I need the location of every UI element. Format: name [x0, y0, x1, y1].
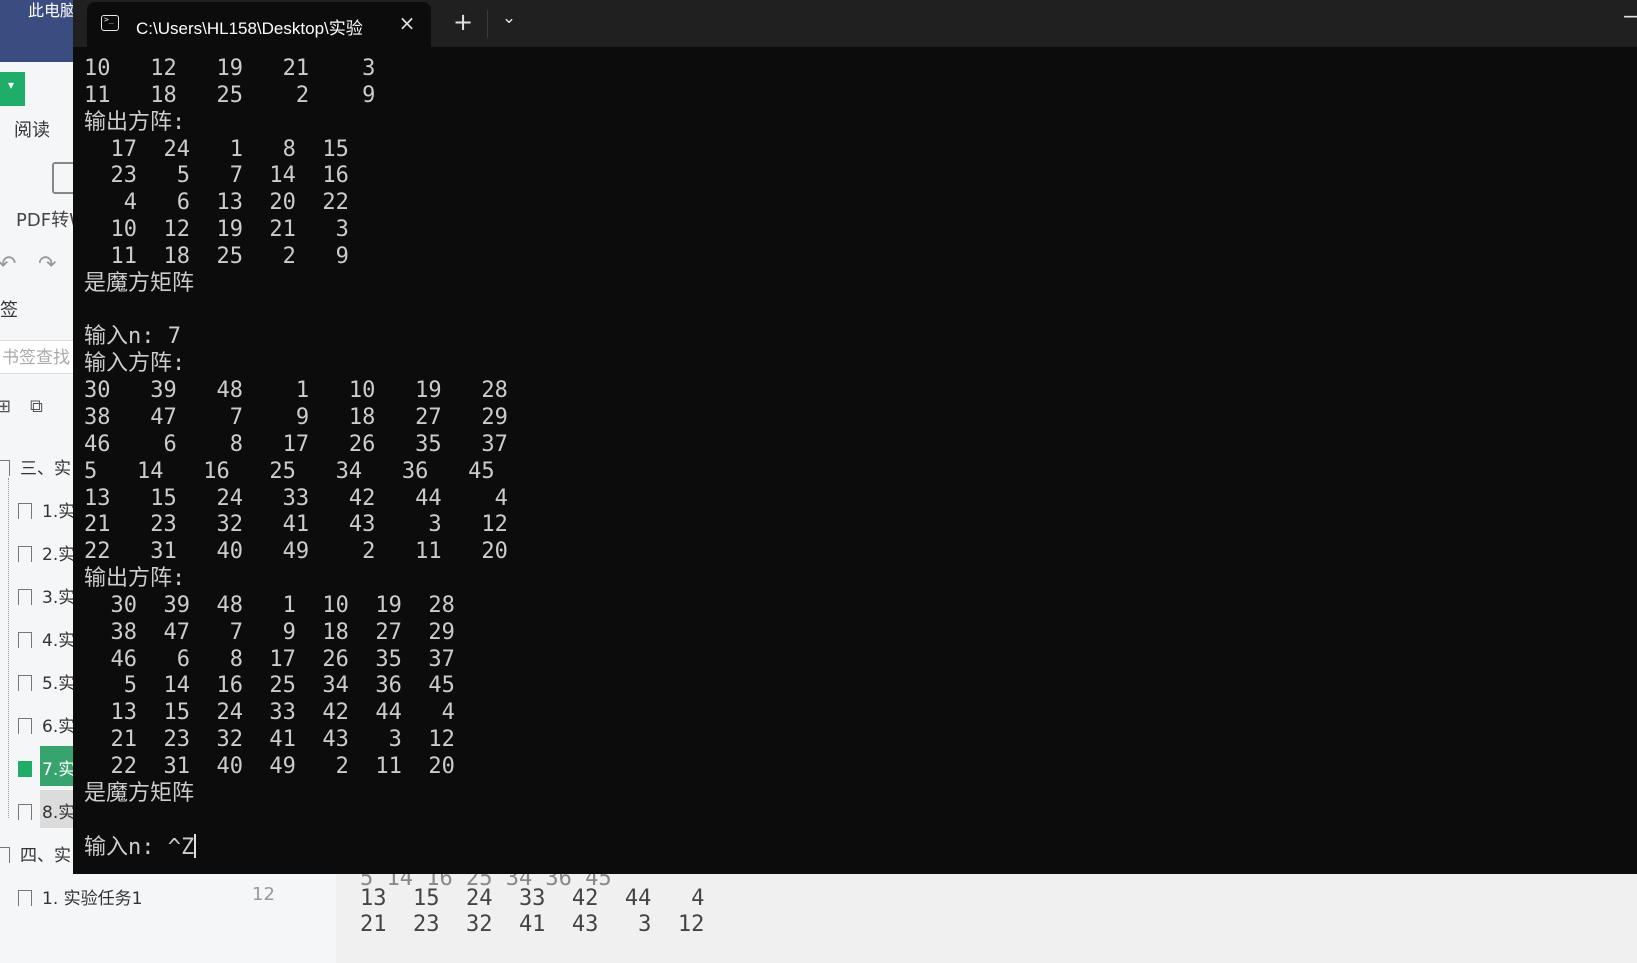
console-line: 30 39 48 1 10 19 28 [84, 378, 508, 404]
bookmark-label: 3.实 [42, 588, 76, 608]
bookmark-label: 四、实 [20, 846, 71, 866]
console-line: 输出方阵: [84, 566, 186, 592]
bookmark-item[interactable]: 4.实 [18, 626, 75, 651]
bookmark-icon [18, 761, 32, 777]
bookmark-icon [18, 804, 32, 820]
bookmark-icon [18, 632, 32, 648]
bookmark-label: 5.实 [42, 674, 76, 694]
console-line: 11 18 25 2 9 [84, 82, 376, 108]
bookmark-item[interactable]: 8.实 [18, 798, 75, 823]
bookmark-label: 8.实 [42, 803, 76, 823]
add-bookmark-icon[interactable]: ⊞ [0, 396, 11, 417]
bookmark-item[interactable]: 3.实 [18, 583, 75, 608]
bookmark-label: 1. 实验任务1 [42, 889, 143, 909]
background-document: 5 14 16 25 34 36 45 13 15 24 33 42 44 4 … [336, 866, 1637, 963]
bookmark-icon [0, 847, 10, 863]
console-line: 46 6 8 17 26 35 37 [110, 646, 455, 672]
terminal-window[interactable]: C:\Users\HL158\Desktop\实验 × + ⌄ — 10 12 … [73, 0, 1637, 874]
redo-icon[interactable]: ↷ [38, 252, 56, 277]
bookmark-icon [18, 546, 32, 562]
tab-separator [487, 10, 488, 38]
bookmark-item[interactable]: 6.实 [18, 712, 75, 737]
console-line: 38 47 7 9 18 27 29 [110, 619, 455, 645]
bookmark-item[interactable]: 1. 实验任务1 [18, 884, 142, 909]
console-line: 是魔方矩阵 [84, 270, 195, 296]
console-line: 46 6 8 17 26 35 37 [84, 431, 508, 457]
tab-bar: C:\Users\HL158\Desktop\实验 × + ⌄ — [73, 0, 1637, 47]
console-line: 21 23 32 41 43 3 12 [110, 727, 455, 753]
terminal-tab[interactable]: C:\Users\HL158\Desktop\实验 × [87, 2, 431, 47]
bookmark-icon [18, 675, 32, 691]
console-output[interactable]: 10 12 19 21 3 11 18 25 2 9 输出方阵: 17 24 1… [84, 56, 508, 862]
new-tab-icon[interactable]: + [451, 8, 475, 36]
bookmark-label: 7.实 [42, 760, 76, 780]
doc-line: 21 23 32 41 43 3 12 [360, 912, 705, 937]
console-lines: 10 12 19 21 3 11 18 25 2 9 输出方阵: 17 24 1… [84, 56, 508, 806]
bookmark-item[interactable]: 1.实 [18, 497, 75, 522]
bookmark-item[interactable]: 5.实 [18, 669, 75, 694]
bookmark-page-number: 12 [252, 884, 275, 905]
console-line: 是魔方矩阵 [84, 780, 195, 806]
console-line: 38 47 7 9 18 27 29 [84, 404, 508, 430]
console-prompt-line[interactable]: 输入n: ^Z [84, 835, 194, 860]
console-line: 4 6 13 20 22 [123, 190, 349, 216]
dropdown-button[interactable] [0, 72, 25, 106]
console-line: 23 5 7 14 16 [110, 163, 349, 189]
console-line: 30 39 48 1 10 19 28 [110, 592, 455, 618]
bookmark-label: 2.实 [42, 545, 76, 565]
console-line: 10 12 19 21 3 [84, 56, 376, 81]
console-line: 22 31 40 49 2 11 20 [110, 753, 455, 779]
bookmark-item[interactable]: 2.实 [18, 540, 75, 565]
bookmark-label: 4.实 [42, 631, 76, 651]
console-line: 5 14 16 25 34 36 45 [84, 458, 495, 484]
console-line: 13 15 24 33 42 44 4 [110, 700, 455, 726]
bookmark-label: 6.实 [42, 717, 76, 737]
console-line: 21 23 32 41 43 3 12 [84, 512, 508, 538]
console-line: 5 14 16 25 34 36 45 [123, 673, 455, 699]
minimize-icon[interactable]: — [1623, 4, 1637, 29]
collapse-bookmark-icon[interactable]: ⧉ [30, 396, 43, 417]
console-line: 13 15 24 33 42 44 4 [84, 485, 508, 511]
bookmark-panel-title: 签 [0, 300, 18, 321]
console-line: 17 24 1 8 15 [110, 136, 349, 162]
tree-connector-line [8, 478, 10, 818]
console-line: 11 18 25 2 9 [110, 243, 349, 269]
bookmark-icon [18, 718, 32, 734]
bookmark-item-selected[interactable]: 7.实 [18, 755, 75, 780]
chevron-down-icon[interactable]: ⌄ [497, 8, 521, 28]
console-line: 输入方阵: [84, 351, 186, 377]
bookmark-item[interactable]: 三、实 [0, 454, 71, 479]
terminal-icon [101, 15, 119, 31]
doc-line: 13 15 24 33 42 44 4 [360, 886, 705, 911]
bookmark-icon [18, 890, 32, 906]
tab-title: C:\Users\HL158\Desktop\实验 [136, 19, 363, 38]
bookmark-icon [0, 460, 10, 476]
text-cursor [194, 834, 197, 859]
background-title: 此电脑 [28, 1, 77, 20]
close-tab-icon[interactable]: × [395, 11, 419, 35]
console-line: 输入n: 7 [84, 324, 181, 350]
bookmark-icon [18, 503, 32, 519]
bookmark-label: 1.实 [42, 502, 76, 522]
undo-icon[interactable]: ↶ [0, 252, 16, 277]
bookmark-icon [18, 589, 32, 605]
bookmark-search-input[interactable]: 书签查找 [0, 340, 80, 374]
console-line: 10 12 19 21 3 [110, 217, 349, 243]
console-line: 22 31 40 49 2 11 20 [84, 539, 508, 565]
read-button[interactable]: 阅读 [14, 116, 50, 142]
bookmark-item[interactable]: 四、实 [0, 841, 71, 866]
bookmark-label: 三、实 [20, 459, 71, 479]
console-line: 输出方阵: [84, 109, 186, 135]
